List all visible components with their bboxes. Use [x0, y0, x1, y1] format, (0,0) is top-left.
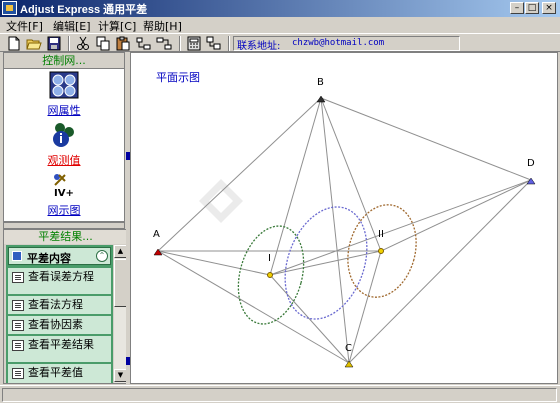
- error-ellipses: [237, 204, 417, 325]
- app-icon[interactable]: [2, 1, 17, 15]
- watermark: [199, 179, 243, 223]
- menu-help[interactable]: 帮助[H]: [143, 18, 182, 34]
- sidebar-divider[interactable]: [3, 222, 125, 229]
- network-properties-icon: [49, 71, 79, 99]
- plan-view-canvas[interactable]: 平面示图 A B C D I II: [130, 52, 558, 384]
- result-item-label: 查看协因素: [28, 318, 83, 331]
- control-network-header[interactable]: 控制网...: [4, 53, 124, 69]
- document-icon: [12, 320, 24, 331]
- status-cell: [2, 388, 557, 402]
- result-item-cofactor[interactable]: 查看协因素: [8, 316, 111, 334]
- document-icon: [12, 368, 24, 379]
- new-file-icon[interactable]: [6, 36, 22, 51]
- point-ii-label: II: [378, 229, 384, 240]
- menu-calc[interactable]: 计算[C]: [98, 18, 136, 34]
- sidebar-label-observations: 观测值: [47, 154, 81, 167]
- result-item-label: 查看误差方程: [28, 270, 94, 283]
- network-lines: [157, 97, 532, 364]
- network-icon[interactable]: [206, 36, 222, 51]
- menu-edit[interactable]: 编辑[E]: [53, 18, 91, 34]
- point-i-marker: [267, 272, 273, 278]
- results-header[interactable]: 平差结果...: [4, 230, 127, 244]
- menu-bar: 文件[F] 编辑[E] 计算[C] 帮助[H]: [0, 17, 560, 33]
- point-a-label: A: [153, 229, 160, 240]
- document-icon: [12, 300, 24, 311]
- network-diagram-icon: IV+: [49, 171, 79, 199]
- results-list: 平差内容 ⌃ 查看误差方程 查看法方程 查看协因素 查看平差结果 查看平差值: [6, 245, 113, 383]
- save-icon[interactable]: [46, 36, 62, 51]
- result-item-label: 查看平差结果: [28, 338, 94, 351]
- minimize-button[interactable]: –: [510, 2, 524, 14]
- results-panel: 平差结果... 平差内容 ⌃ 查看误差方程 查看法方程 查看协因素 查看平差结果…: [3, 229, 128, 384]
- tree-expand-icon[interactable]: [136, 36, 152, 51]
- result-item-adjusted-values[interactable]: 查看平差值: [8, 364, 111, 383]
- toolbar: 联系地址: chzwb@hotmail.com: [0, 33, 560, 52]
- point-d-label: D: [527, 158, 535, 169]
- chevron-up-icon[interactable]: ⌃: [96, 250, 108, 262]
- point-ii-marker: [378, 248, 384, 254]
- copy-icon[interactable]: [95, 36, 111, 51]
- panel-icon: [12, 251, 22, 261]
- paste-icon[interactable]: [115, 36, 131, 51]
- results-panel-head[interactable]: 平差内容 ⌃: [8, 247, 111, 265]
- maximize-button[interactable]: □: [525, 2, 539, 14]
- toolbar-separator: [228, 36, 230, 51]
- document-icon: [12, 272, 24, 283]
- cut-icon[interactable]: [75, 36, 91, 51]
- sidebar-item-observations[interactable]: 观测值: [4, 121, 124, 171]
- sidebar-item-network-properties[interactable]: 网属性: [4, 71, 124, 121]
- survey-points: [153, 95, 536, 368]
- status-bar: [0, 385, 560, 403]
- result-item-adjustment-result[interactable]: 查看平差结果: [8, 336, 111, 362]
- iv-plus-badge: IV+: [54, 188, 74, 199]
- document-icon: [12, 340, 24, 351]
- result-item-normal-equation[interactable]: 查看法方程: [8, 296, 111, 314]
- open-folder-icon[interactable]: [26, 36, 42, 51]
- point-c-label: C: [345, 343, 352, 354]
- contact-label: 联系地址:: [237, 41, 281, 52]
- sidebar-item-network-diagram[interactable]: IV+ 网示图: [4, 171, 124, 221]
- contact-email[interactable]: chzwb@hotmail.com: [292, 38, 384, 48]
- sidebar-label-network-properties: 网属性: [47, 104, 81, 117]
- contact-field: 联系地址: chzwb@hotmail.com: [233, 36, 460, 52]
- result-item-error-equation[interactable]: 查看误差方程: [8, 268, 111, 294]
- control-network-panel: 控制网... 网属性 观测值 IV+ 网示图: [3, 52, 125, 222]
- calculator-icon[interactable]: [186, 36, 202, 51]
- toolbar-separator: [179, 36, 181, 51]
- close-button[interactable]: ×: [542, 2, 556, 14]
- results-panel-title: 平差内容: [27, 252, 71, 265]
- point-i-label: I: [268, 253, 271, 264]
- sidebar-label-network-diagram: 网示图: [47, 204, 81, 217]
- network-plot: [153, 95, 536, 368]
- result-item-label: 查看法方程: [28, 298, 83, 311]
- title-bar: Adjust Express 通用平差 – □ ×: [0, 0, 560, 17]
- window-title: Adjust Express 通用平差: [20, 4, 148, 16]
- toolbar-separator: [68, 36, 70, 51]
- tree-collapse-icon[interactable]: [156, 36, 172, 51]
- result-item-label: 查看平差值: [28, 366, 83, 379]
- menu-file[interactable]: 文件[F]: [6, 18, 43, 34]
- observations-icon: [49, 121, 79, 149]
- point-b-label: B: [317, 77, 324, 88]
